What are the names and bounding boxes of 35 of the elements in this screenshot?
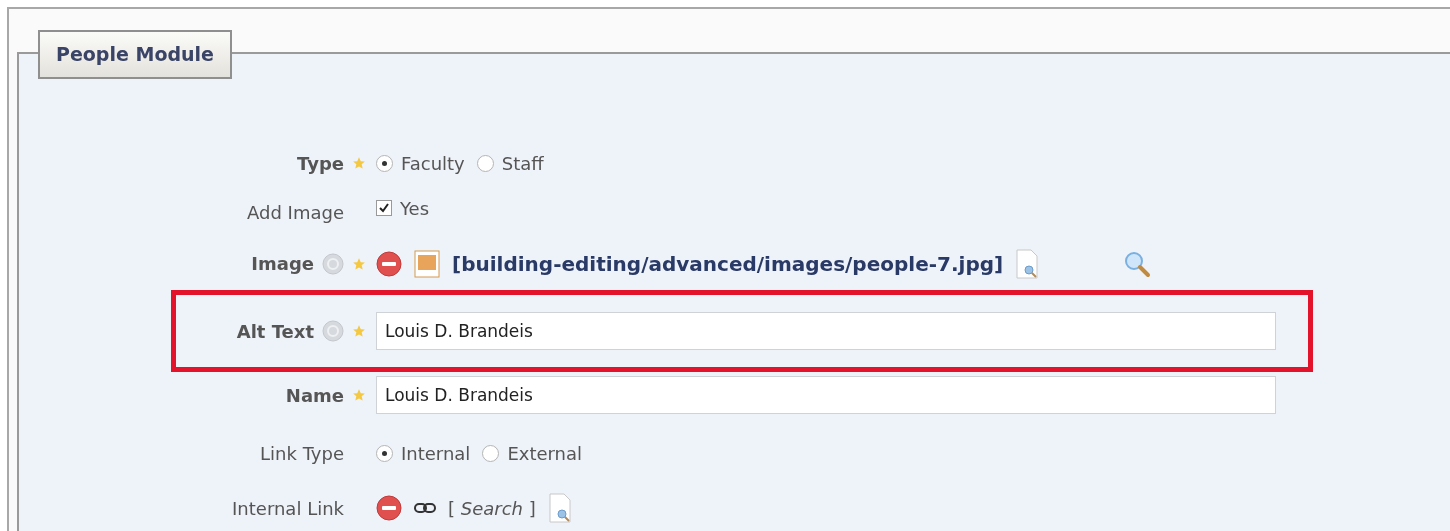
radio-button[interactable]: [482, 444, 500, 462]
page-search-icon[interactable]: [1015, 248, 1040, 279]
checkbox[interactable]: [376, 200, 392, 216]
text-field[interactable]: Louis D. Brandeis: [376, 312, 1276, 350]
search-icon[interactable]: [1123, 249, 1152, 278]
field-label: Image: [251, 252, 314, 276]
required-star-icon: [352, 324, 366, 338]
checkbox-label: Yes: [400, 196, 430, 221]
module-title: People Module: [38, 30, 232, 79]
field-label: Alt Text: [236, 319, 314, 344]
field-label: Link Type: [260, 441, 344, 466]
radio-button[interactable]: [376, 444, 393, 462]
required-star-icon: [352, 388, 366, 402]
radio-label: Faculty: [401, 151, 465, 176]
radio-label: Staff: [501, 151, 544, 176]
radio-button[interactable]: [476, 154, 494, 172]
radio-button[interactable]: [376, 154, 393, 172]
text-field[interactable]: Louis D. Brandeis: [376, 376, 1276, 414]
image-thumbnail-icon: [414, 249, 440, 278]
field-label: Internal Link: [232, 496, 344, 521]
radio-label: External: [507, 441, 583, 466]
radio-label: Internal: [401, 441, 471, 466]
search-link[interactable]: [ Search ]: [448, 494, 536, 522]
link-icon: [414, 501, 436, 515]
remove-icon[interactable]: [376, 250, 402, 277]
asset-path-link[interactable]: [building-editing/advanced/images/people-7.jpg]: [452, 248, 1004, 279]
page-search-icon[interactable]: [547, 493, 572, 523]
required-star-icon: [352, 256, 366, 271]
field-label: Add Image: [247, 200, 344, 225]
help-button[interactable]: [322, 320, 344, 342]
field-label: Name: [285, 383, 344, 408]
required-star-icon: [352, 156, 366, 170]
remove-icon[interactable]: [376, 495, 402, 521]
field-label: Type: [297, 151, 344, 176]
help-button[interactable]: [322, 252, 344, 275]
